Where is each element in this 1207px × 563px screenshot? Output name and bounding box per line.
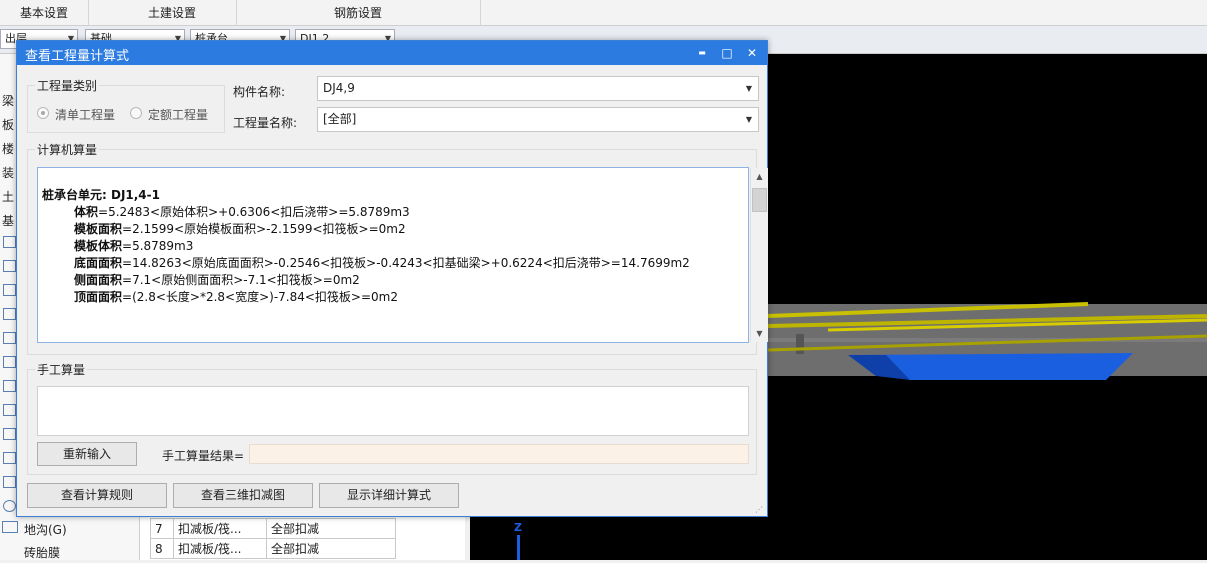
ribbon-bar: 基本设置 土建设置 钢筋设置	[0, 0, 1207, 26]
quantity-name-value: [全部]	[323, 112, 357, 126]
column-icon[interactable]	[3, 332, 16, 344]
manual-result-label: 手工算量结果=	[162, 449, 245, 463]
property-name: 扣减板/筏...	[173, 518, 267, 539]
manual-result-field	[249, 444, 749, 464]
row-number: 7	[150, 518, 174, 539]
calc-line-volume: 体积=5.2483<原始体积>+0.6306<扣后浇带>=5.8789m3	[74, 203, 410, 220]
u-beam-icon[interactable]	[3, 356, 16, 368]
dialog-titlebar[interactable]: 查看工程量计算式 ▬ □ ✕	[17, 41, 767, 65]
calc-term: 模板体积	[74, 239, 123, 253]
close-button[interactable]: ✕	[741, 43, 763, 63]
grid-icon[interactable]	[3, 260, 16, 272]
table-row[interactable]: 8 扣减板/筏... 全部扣减	[150, 538, 396, 559]
view-3d-deduct-button[interactable]: 查看三维扣减图	[173, 483, 313, 508]
calc-term: 顶面面积	[74, 290, 123, 304]
chevron-down-icon: ▼	[745, 115, 752, 124]
calc-line-form-volume: 模板体积=5.8789m3	[74, 237, 193, 254]
3d-viewport-lower[interactable]: Z	[470, 515, 768, 560]
scroll-thumb[interactable]	[752, 188, 767, 212]
calc-expression: =14.8263<原始底面面积>-0.2546<扣筏板>-0.4243<扣基础梁…	[122, 256, 690, 270]
component-name-label: 构件名称:	[233, 85, 286, 99]
calc-term: 底面面积	[74, 256, 123, 270]
pile-icon[interactable]	[3, 380, 16, 392]
radio-bill-quantity-label: 清单工程量	[55, 108, 116, 122]
ribbon-tab-rebar-settings[interactable]: 钢筋设置	[236, 0, 481, 26]
formula-dialog: 查看工程量计算式 ▬ □ ✕ 工程量类别 清单工程量 定额工程量 构件名称: D…	[16, 40, 768, 517]
ribbon-tab-basic-settings[interactable]: 基本设置	[0, 0, 89, 26]
radio-bill-quantity[interactable]	[37, 107, 49, 119]
slab-step	[796, 334, 804, 354]
footing-icon[interactable]	[3, 308, 16, 320]
pencil-icon[interactable]	[3, 236, 16, 248]
pile-cap-icon[interactable]	[3, 452, 16, 464]
quantity-name-select[interactable]: [全部] ▼	[317, 107, 759, 132]
tree-item-trench[interactable]: 地沟(G)	[24, 521, 67, 538]
minimize-button[interactable]: ▬	[691, 43, 713, 63]
calc-term: 体积	[74, 205, 99, 219]
manual-calc-input[interactable]	[37, 386, 749, 436]
view-rules-button[interactable]: 查看计算规则	[27, 483, 167, 508]
scroll-down-icon[interactable]: ▼	[751, 325, 768, 342]
computer-calc-output[interactable]: 桩承台单元: DJ1,4-1 体积=5.2483<原始体积>+0.6306<扣后…	[37, 167, 768, 343]
z-axis-arrow	[517, 535, 520, 560]
quantity-name-label: 工程量名称:	[233, 116, 298, 130]
radio-quota-quantity[interactable]	[130, 107, 142, 119]
3d-scene	[767, 302, 1207, 380]
table-row[interactable]: 7 扣减板/筏... 全部扣减	[150, 518, 396, 539]
scroll-up-icon[interactable]: ▲	[751, 168, 768, 185]
property-table: 7 扣减板/筏... 全部扣减 8 扣减板/筏... 全部扣减	[150, 518, 396, 559]
property-value[interactable]: 全部扣减	[266, 518, 396, 539]
chevron-down-icon: ▼	[745, 84, 752, 93]
calc-expression: =7.1<原始侧面面积>-7.1<扣筏板>=0m2	[122, 273, 360, 287]
component-name-value: DJ4,9	[323, 81, 355, 95]
calc-term: 模板面积	[74, 222, 123, 236]
calc-expression: =(2.8<长度>*2.8<宽度>)-7.84<扣筏板>=0m2	[122, 290, 398, 304]
3d-viewport[interactable]	[767, 54, 1207, 560]
anchor-icon[interactable]	[3, 476, 16, 488]
category-group-label: 工程量类别	[35, 77, 100, 94]
cap-icon[interactable]	[3, 428, 16, 440]
resize-grip-icon[interactable]: ⋰	[755, 505, 763, 514]
calc-expression: =2.1599<原始模板面积>-2.1599<扣筏板>=0m2	[122, 222, 406, 236]
trench-icon	[2, 521, 18, 533]
stepped-footing-icon[interactable]	[3, 404, 16, 416]
vertical-scrollbar[interactable]: ▲ ▼	[750, 168, 768, 342]
reinput-button[interactable]: 重新输入	[37, 442, 137, 466]
property-grid: 7 扣减板/筏... 全部扣减 8 扣减板/筏... 全部扣减	[140, 515, 465, 560]
ribbon-tab-civil-settings[interactable]: 土建设置	[108, 0, 237, 26]
component-name-select[interactable]: DJ4,9 ▼	[317, 76, 759, 101]
calc-expression: =5.8789m3	[122, 239, 194, 253]
calc-unit-title: 桩承台单元: DJ1,4-1	[42, 188, 160, 202]
row-number: 8	[150, 538, 174, 559]
component-tree: 地沟(G) 砖胎膜	[0, 515, 140, 560]
manual-calc-label: 手工算量	[35, 361, 88, 378]
maximize-button[interactable]: □	[716, 43, 738, 63]
property-name: 扣减板/筏...	[173, 538, 267, 559]
property-value[interactable]: 全部扣减	[266, 538, 396, 559]
calc-line-top-area: 顶面面积=(2.8<长度>*2.8<宽度>)-7.84<扣筏板>=0m2	[74, 288, 398, 305]
dialog-title: 查看工程量计算式	[25, 49, 130, 64]
tree-item-brick-form[interactable]: 砖胎膜	[24, 544, 60, 561]
z-axis-label: Z	[514, 521, 522, 534]
cross-grid-icon[interactable]	[3, 284, 16, 296]
calc-line-bottom-area: 底面面积=14.8263<原始底面面积>-0.2546<扣筏板>-0.4243<…	[74, 254, 690, 271]
radio-quota-quantity-label: 定额工程量	[148, 108, 209, 122]
calc-term: 侧面面积	[74, 273, 123, 287]
disc-icon[interactable]	[3, 500, 16, 512]
computer-calc-label: 计算机算量	[35, 141, 100, 158]
calc-expression: =5.2483<原始体积>+0.6306<扣后浇带>=5.8789m3	[98, 205, 410, 219]
calc-line-side-area: 侧面面积=7.1<原始侧面面积>-7.1<扣筏板>=0m2	[74, 271, 360, 288]
show-detail-button[interactable]: 显示详细计算式	[319, 483, 459, 508]
calc-line-form-area: 模板面积=2.1599<原始模板面积>-2.1599<扣筏板>=0m2	[74, 220, 406, 237]
